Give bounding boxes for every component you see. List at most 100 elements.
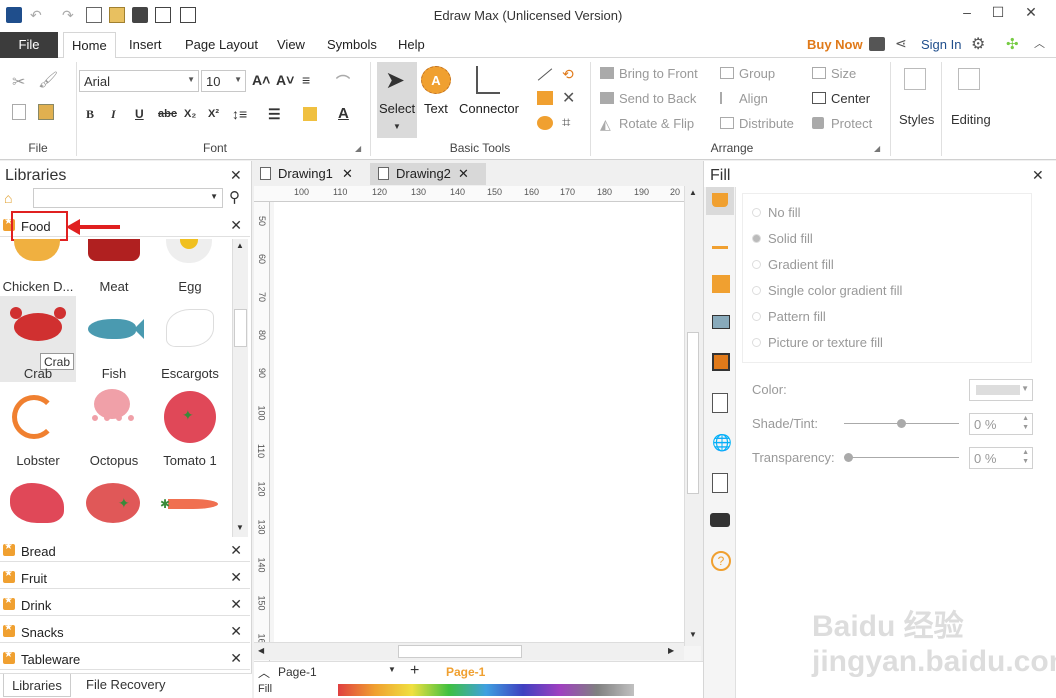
lobster-icon[interactable] — [12, 395, 56, 439]
share-icon[interactable]: ⋖ — [895, 35, 907, 52]
tab-page-layout[interactable]: Page Layout — [185, 32, 258, 58]
buy-now-link[interactable]: Buy Now — [807, 37, 863, 52]
search-dropdown-icon[interactable]: ▼ — [210, 192, 218, 201]
cut-icon[interactable]: ✂ — [12, 72, 25, 92]
search-icon[interactable]: ⚲ — [229, 188, 240, 206]
scroll-down-icon[interactable]: ▼ — [689, 630, 697, 639]
library-header-drink[interactable]: Drink ✕ — [0, 594, 250, 616]
canvas-hscroll-thumb[interactable] — [398, 645, 522, 658]
scroll-left-icon[interactable]: ◀ — [258, 646, 264, 655]
font-color-icon[interactable]: A — [338, 105, 349, 122]
shade-slider-thumb[interactable] — [897, 419, 906, 428]
page-properties-icon[interactable] — [712, 393, 728, 413]
tab-drawing1[interactable]: Drawing1 ✕ — [252, 163, 370, 185]
styles-icon[interactable] — [904, 68, 926, 90]
send-to-back-button[interactable]: Send to Back — [619, 91, 696, 106]
library-search-input[interactable]: ▼ — [33, 188, 223, 208]
libraries-tab[interactable]: Libraries — [3, 674, 71, 697]
file-recovery-tab[interactable]: File Recovery — [86, 677, 165, 692]
spin-up-icon[interactable]: ▲ — [1022, 449, 1029, 456]
arrange-dialog-launcher-icon[interactable]: ◢ — [874, 144, 880, 153]
superscript-icon[interactable]: X² — [208, 108, 219, 120]
transparency-slider-thumb[interactable] — [844, 453, 853, 462]
align-button[interactable]: Align — [739, 91, 768, 106]
underline-icon[interactable]: U — [135, 107, 144, 121]
line-tool-icon[interactable] — [537, 68, 553, 81]
scroll-up-icon[interactable]: ▲ — [689, 188, 697, 197]
canvas-vertical-scrollbar[interactable]: ▲ ▼ — [684, 186, 701, 646]
connector-icon[interactable] — [476, 66, 500, 94]
spin-up-icon[interactable]: ▲ — [1022, 415, 1029, 422]
crop-tool-icon[interactable]: ⌗ — [562, 114, 570, 131]
distribute-button[interactable]: Distribute — [739, 116, 794, 131]
library-header-tableware[interactable]: Tableware ✕ — [0, 648, 250, 670]
gear-icon[interactable]: ⚙ — [971, 34, 985, 54]
group-button[interactable]: Group — [739, 66, 775, 81]
cart-icon[interactable] — [869, 37, 885, 51]
color-swatches[interactable] — [338, 684, 634, 696]
image-tab-icon[interactable] — [712, 315, 730, 329]
canvas-horizontal-scrollbar[interactable]: ◀ ▶ — [254, 642, 684, 660]
size-button[interactable]: Size — [831, 66, 856, 81]
spin-down-icon[interactable]: ▼ — [1022, 458, 1029, 465]
font-dialog-launcher-icon[interactable]: ◢ — [355, 144, 361, 153]
tab-drawing2[interactable]: Drawing2 ✕ — [370, 163, 486, 185]
add-page-icon[interactable]: + — [410, 662, 419, 680]
bold-icon[interactable]: B — [86, 107, 94, 122]
transparency-slider-track[interactable] — [844, 457, 959, 458]
page-tab[interactable]: Page-1 — [446, 665, 485, 679]
canvas-area[interactable]: 100 110 120 130 140 150 160 170 180 190 … — [254, 186, 701, 661]
scroll-right-icon[interactable]: ▶ — [668, 646, 674, 655]
help-icon[interactable]: ? — [711, 551, 731, 571]
home-icon[interactable]: ⌂ — [4, 190, 12, 206]
ellipse-tool-icon[interactable] — [537, 116, 553, 130]
carrot-icon[interactable] — [168, 499, 218, 509]
shade-tint-input[interactable]: 0 % ▲ ▼ — [969, 413, 1033, 435]
protect-button[interactable]: Protect — [831, 116, 872, 131]
meat-icon[interactable] — [88, 239, 140, 261]
globe-icon[interactable]: 🌐 — [712, 433, 732, 453]
tab-home[interactable]: Home — [63, 32, 116, 59]
text-direction-icon[interactable]: ⌒ — [336, 72, 350, 92]
close-fill-panel-icon[interactable]: ✕ — [1032, 167, 1044, 184]
tomato-icon[interactable]: ✦ — [164, 391, 216, 443]
tomato-half-icon[interactable]: ✦ — [86, 483, 140, 523]
tab-view[interactable]: View — [277, 32, 305, 58]
close-library-icon[interactable]: ✕ — [230, 569, 242, 586]
text-tool-icon[interactable]: A — [421, 66, 451, 94]
copy-icon[interactable] — [12, 104, 26, 120]
close-food-library-icon[interactable]: ✕ — [230, 217, 242, 234]
shadow-tab-icon[interactable] — [712, 275, 730, 293]
fill-option-gradient-fill[interactable]: Gradient fill — [752, 257, 834, 272]
rectangle-tool-icon[interactable] — [537, 91, 553, 105]
page-nav-up-icon[interactable]: ︿ — [258, 664, 270, 681]
library-header-fruit[interactable]: Fruit ✕ — [0, 567, 250, 589]
library-header-snacks[interactable]: Snacks ✕ — [0, 621, 250, 643]
tomato-slices-icon[interactable] — [10, 483, 64, 523]
fill-tab-icon[interactable] — [706, 187, 734, 215]
line-tab-icon[interactable] — [712, 235, 728, 249]
shrink-font-icon[interactable]: A˅ — [276, 72, 294, 88]
subscript-icon[interactable]: X₂ — [184, 108, 196, 120]
bullets-icon[interactable]: ☰ — [268, 106, 281, 123]
fill-option-pattern-fill[interactable]: Pattern fill — [752, 309, 826, 324]
close-library-icon[interactable]: ✕ — [230, 623, 242, 640]
arc-tool-icon[interactable]: ⟲ — [562, 66, 574, 83]
theme-icon[interactable]: ✣ — [1006, 35, 1019, 53]
close-library-icon[interactable]: ✕ — [230, 650, 242, 667]
editing-icon[interactable] — [958, 68, 980, 90]
library-scrollbar[interactable]: ▲ ▼ — [232, 239, 248, 537]
tab-help[interactable]: Help — [398, 32, 425, 58]
drawing-page[interactable] — [274, 202, 686, 646]
color-picker[interactable]: ▼ — [969, 379, 1033, 401]
escargots-icon[interactable] — [166, 309, 214, 347]
editing-button[interactable]: Editing — [951, 112, 991, 127]
spin-down-icon[interactable]: ▼ — [1022, 424, 1029, 431]
canvas-scroll-thumb[interactable] — [687, 332, 699, 494]
chicken-drumstick-icon[interactable] — [14, 239, 60, 261]
fill-option-picture-fill[interactable]: Picture or texture fill — [752, 335, 883, 350]
text-tool-label[interactable]: Text — [424, 101, 448, 116]
library-header-bread[interactable]: Bread ✕ — [0, 540, 250, 562]
fish-icon[interactable] — [88, 319, 136, 339]
styles-button[interactable]: Styles — [899, 112, 934, 127]
